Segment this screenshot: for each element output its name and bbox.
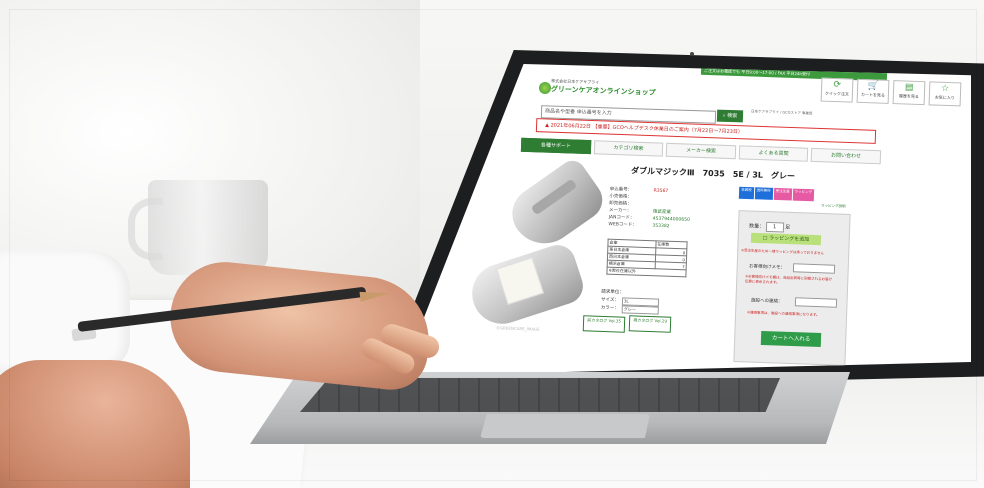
quantity-input[interactable]: 1 [765,221,784,233]
photo-scene: ご注文はお電話でも 平日9:00〜17:00 / FAX 平日24h受付 株式会… [0,0,984,488]
product-image-top[interactable] [501,155,611,257]
header-mini-links[interactable]: 日本ケアサプライ / GCOストア 事業部 [751,109,901,119]
logo-shop-name: グリーンケアオンラインショップ [550,85,656,97]
notice-text: 2021年06月22日 【重要】GCOヘルプデスク休業日のご案内（7月22日〜7… [550,122,743,136]
favorites-button[interactable]: ☆ お気に入り [928,81,962,107]
history-icon: ▤ [904,82,914,93]
tag-badge: ラッピング [792,188,815,202]
cart-icon: 🛒 [867,81,879,92]
table-row: ※弊社在庫以外 [606,267,687,277]
color-select[interactable]: グレー [621,305,659,315]
view-cart-label: カートを見る [860,91,885,98]
search-button-label: 検索 [727,112,738,120]
favorites-label: お気に入り [934,94,955,101]
add-to-cart-button[interactable]: カートへ入れる [760,330,822,348]
color-label: カラー： [600,305,619,312]
prev-catalog-button[interactable]: 前カタログ Vol.35 [582,315,626,333]
history-label: 履歴を見る [898,93,919,99]
laptop-trackpad [480,414,650,438]
tag-badge: 送料無料 [754,187,773,200]
laptop-screen: ご注文はお電話でも 平日9:00〜17:00 / FAX 平日24h受付 株式会… [401,64,971,376]
star-icon: ☆ [940,83,950,95]
logo-icon [539,82,551,94]
mug [148,180,268,275]
quantity-unit: 足 [785,224,791,231]
clock-icon: ⟳ [833,79,842,91]
site-logo[interactable]: 株式会社日本ケアサプライ グリーンケアオンラインショップ [551,78,656,98]
shipping-label: 施設への連絡： [750,298,783,305]
history-button[interactable]: ▤ 履歴を見る [892,80,926,106]
spec-key: WEBコード： [608,222,637,229]
memo-input[interactable] [792,263,836,274]
add-wrapping-label: ラッピングを追加 [769,235,810,243]
stock-note: ※弊社在庫以外 [606,267,687,277]
tab-category[interactable]: カテゴリ検索 [593,140,664,157]
tab-support[interactable]: 各種サポート [520,137,591,155]
product-tags: 非課税 送料無料 受注生産 ラッピング [738,186,815,202]
web-page: ご注文はお電話でも 平日9:00〜17:00 / FAX 平日24h受付 株式会… [401,64,971,376]
stock-table: 倉庫 在庫数 東日本倉庫 0 西日本倉庫 0 横浜倉庫 7 ※弊社在庫以外 [606,239,688,278]
tab-maker[interactable]: メーカー検索 [665,142,737,160]
tag-badge: 受注生産 [773,187,792,201]
current-catalog-button[interactable]: 現カタログ Vol.29 [628,315,672,333]
quick-order-button[interactable]: ⟳ クイック注文 [820,77,854,103]
memo-label: お客様向けメモ： [748,264,786,271]
tag-badge: 非課税 [738,186,754,200]
spec-value: R3567 [653,188,669,195]
search-button[interactable]: ⌕ 検索 [716,109,744,123]
product-spec-list: 申込番号： R3567 小売価格： 卸売価格： メーカー： 徳武産業 JANコード：… [608,186,719,232]
quantity-row: 数量： 1 足 [748,221,791,233]
image-watermark: ©GREENCARE_IMAGE [495,325,540,332]
view-cart-button[interactable]: 🛒 カートを見る [856,78,890,104]
search-icon: ⌕ [722,112,726,119]
quick-order-label: クイック注文 [824,90,849,97]
resting-hand [0,360,190,488]
webcam-icon [690,52,694,56]
wrapping-info-link[interactable]: ラッピング説明 [821,204,846,210]
shirt-sleeve [0,250,130,370]
header-icons: ⟳ クイック注文 🛒 カートを見る ▤ 履歴を見る ☆ お気に入り [820,77,962,107]
tab-faq[interactable]: よくある質問 [738,145,809,162]
tab-contact[interactable]: お問い合わせ [811,147,882,165]
shipping-input[interactable] [794,297,838,308]
quantity-label: 数量： [748,223,765,230]
product-options: 請求単位： サイズ： 3L カラー： グレー [601,289,682,316]
spec-value: 353382 [652,223,670,230]
option-row: カラー： グレー [601,305,681,316]
product-title: ダブルマジックⅢ 7035 5E / 3L グレー [630,166,796,181]
